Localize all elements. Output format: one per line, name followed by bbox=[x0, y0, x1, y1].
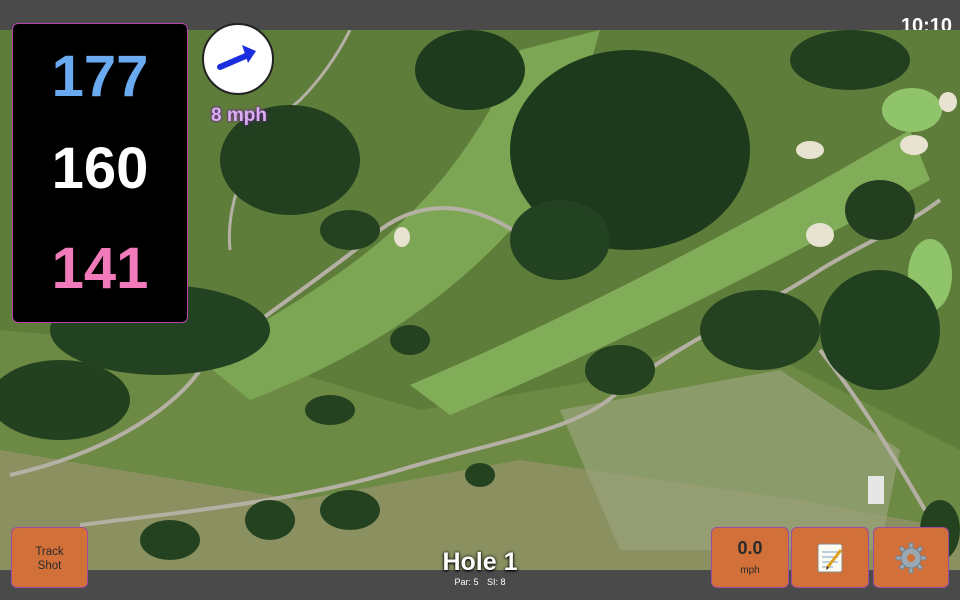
hole-info: Par: 5 SI: 8 bbox=[380, 577, 580, 587]
track-shot-button[interactable]: Track Shot bbox=[12, 528, 87, 587]
track-shot-label-line2: Shot bbox=[37, 559, 62, 572]
wind-speed: 8 mph bbox=[211, 105, 267, 126]
stroke-index-label: SI: 8 bbox=[487, 577, 506, 587]
speed-value: 0.0 bbox=[737, 538, 763, 558]
wind-direction-indicator bbox=[202, 23, 274, 95]
speed-unit: mph bbox=[740, 565, 760, 576]
settings-button[interactable] bbox=[874, 528, 948, 587]
track-shot-label-line1: Track bbox=[35, 546, 64, 558]
notes-button[interactable] bbox=[792, 528, 868, 587]
front-distance: 141 bbox=[51, 236, 149, 301]
middle-distance: 160 bbox=[51, 136, 149, 201]
gear-icon bbox=[895, 542, 927, 573]
hole-title: Hole 1 bbox=[442, 548, 518, 576]
speed-button[interactable]: 0.0 mph bbox=[712, 528, 788, 587]
back-distance: 177 bbox=[51, 44, 149, 109]
notepad-icon bbox=[817, 543, 843, 572]
arrow-icon bbox=[217, 45, 256, 70]
distance-panel: 177 160 141 bbox=[12, 23, 188, 323]
par-label: Par: 5 bbox=[454, 577, 479, 587]
